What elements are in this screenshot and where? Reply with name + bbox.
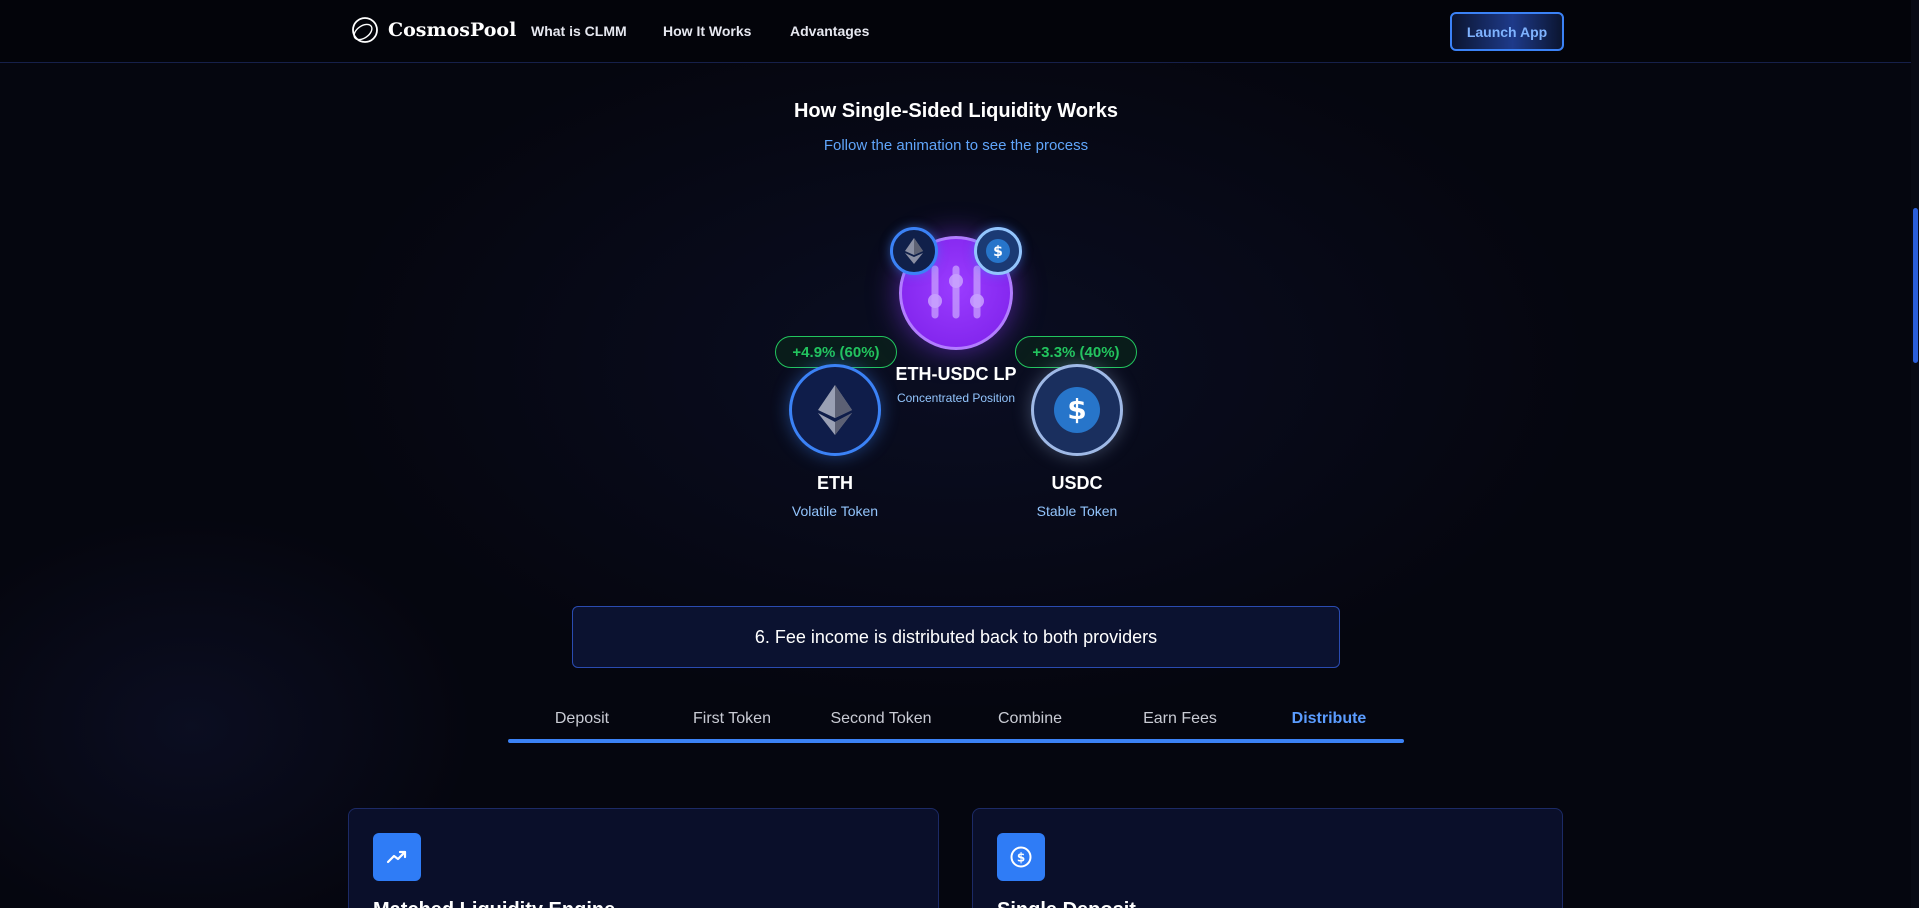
usdc-mini-badge: $: [974, 227, 1022, 275]
card-title: Single Deposit: [997, 899, 1136, 908]
tab-progress-bar: [508, 739, 1404, 743]
logo-icon: [352, 17, 378, 43]
nav-how-it-works[interactable]: How It Works: [663, 23, 751, 39]
page-scrollbar[interactable]: [1911, 0, 1919, 908]
dollar-circle-icon: $: [997, 833, 1045, 881]
svg-text:$: $: [1017, 851, 1025, 865]
scrollbar-thumb[interactable]: [1913, 208, 1918, 363]
feature-card-single-deposit: $ Single Deposit: [972, 808, 1563, 908]
usdc-type: Stable Token: [1036, 503, 1118, 519]
top-navbar: CosmosPool What is CLMM How It Works Adv…: [0, 0, 1919, 63]
logo-text: CosmosPool: [388, 19, 517, 41]
dollar-icon: $: [986, 239, 1010, 263]
nav-what-is-clmm[interactable]: What is CLMM: [531, 23, 627, 39]
eth-mini-badge: [890, 227, 938, 275]
tab-second-token[interactable]: Second Token: [806, 710, 956, 728]
eth-type: Volatile Token: [791, 503, 879, 519]
tab-distribute[interactable]: Distribute: [1254, 710, 1404, 728]
tab-combine[interactable]: Combine: [955, 710, 1105, 728]
eth-name: ETH: [817, 473, 853, 493]
logo[interactable]: CosmosPool: [350, 15, 516, 45]
eth-token-circle: [789, 364, 881, 456]
launch-app-button[interactable]: Launch App: [1450, 12, 1564, 51]
feature-card-matched-liquidity: Matched Liquidity Engine: [348, 808, 939, 908]
tab-earn-fees[interactable]: Earn Fees: [1105, 710, 1255, 728]
trending-up-icon: [373, 833, 421, 881]
ethereum-icon: [818, 385, 852, 435]
section-subtitle: Follow the animation to see the process: [823, 137, 1089, 154]
tab-deposit[interactable]: Deposit: [507, 710, 657, 728]
lp-sublabel: Concentrated Position: [896, 391, 1016, 405]
usdc-token-circle: $: [1031, 364, 1123, 456]
usdc-name: USDC: [1051, 473, 1103, 493]
usdc-icon: $: [1054, 387, 1100, 433]
nav-advantages[interactable]: Advantages: [790, 23, 869, 39]
card-title: Matched Liquidity Engine: [373, 899, 615, 908]
section-title: How Single-Sided Liquidity Works: [793, 100, 1119, 122]
step-description: 6. Fee income is distributed back to bot…: [572, 606, 1340, 668]
tab-first-token[interactable]: First Token: [657, 710, 807, 728]
svg-text:$: $: [993, 244, 1003, 260]
ethereum-icon: [905, 238, 923, 264]
svg-text:$: $: [1067, 393, 1086, 426]
